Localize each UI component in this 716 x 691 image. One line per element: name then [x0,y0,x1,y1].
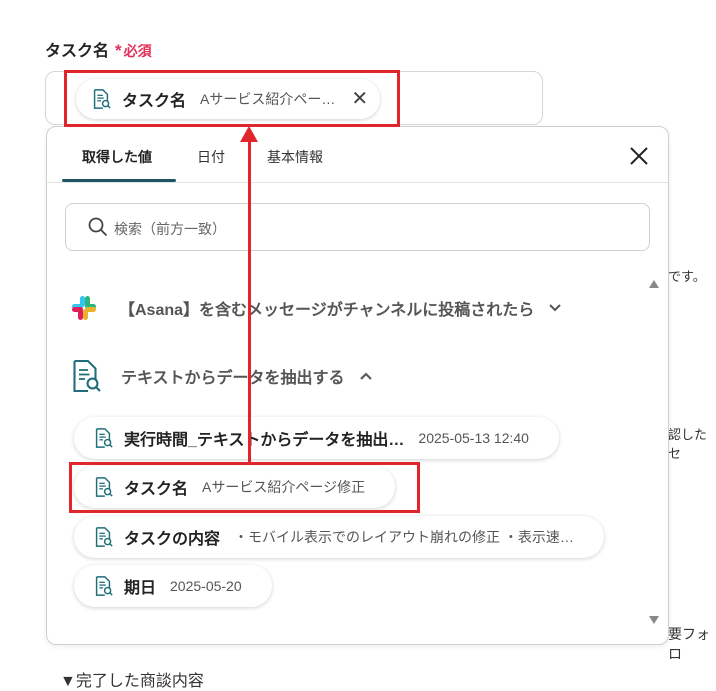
list-item[interactable]: 実行時間_テキストからデータを抽出… 2025-05-13 12:40 [74,417,559,459]
close-icon[interactable] [628,145,650,167]
active-tab-indicator [62,179,176,182]
search-placeholder: 検索（前方一致） [114,221,226,237]
required-text: 必須 [123,43,152,59]
bg-text: 要フォロ [668,626,710,662]
slack-logo-icon [72,296,96,320]
section-slack-trigger[interactable]: 【Asana】を含むメッセージがチャンネルに投稿されたら [69,293,562,323]
highlight-box-target [64,70,400,127]
search-icon [88,217,108,237]
item-value: 2025-05-20 [170,578,242,594]
document-search-icon [95,527,113,547]
chevron-up-icon [359,372,372,380]
scroll-up-icon[interactable] [648,279,660,289]
list-item[interactable]: タスクの内容 ・モバイル表示でのレイアウト崩れの修正 ・表示速… [74,516,604,558]
section-title: 【Asana】を含むメッセージがチャンネルに投稿されたら [119,302,535,319]
document-search-icon [95,576,113,596]
section-title: テキストからデータを抽出する [121,370,345,387]
list-item[interactable]: 期日 2025-05-20 [74,565,272,607]
field-label: タスク名 * 必須 [45,37,152,61]
field-label-text: タスク名 [45,43,110,60]
bg-text: 認したセ [668,427,708,461]
item-name: 実行時間_テキストからデータを抽出… [124,432,405,449]
section-label: ▼完了した商談内容 [60,673,204,690]
annotation-arrow-head [240,126,258,142]
bg-text: です。 [668,269,706,284]
item-name: タスクの内容 [124,531,221,548]
annotation-arrow-line [248,140,251,465]
tab-basic-info[interactable]: 基本情報 [267,147,323,167]
item-name: 期日 [124,580,157,597]
item-value: ・モバイル表示でのレイアウト崩れの修正 ・表示速… [234,529,574,545]
tab-acquired-values[interactable]: 取得した値 [82,147,152,167]
section-extract-data[interactable]: テキストからデータを抽出する [67,357,373,395]
document-search-icon [73,359,101,393]
tab-date[interactable]: 日付 [197,147,225,167]
highlight-box-source [69,462,420,513]
chevron-down-icon [549,304,561,312]
item-value: 2025-05-13 12:40 [418,430,529,446]
tab-bar: 取得した値 日付 基本情報 [47,127,668,183]
document-search-icon [95,428,113,448]
scroll-down-icon[interactable] [648,615,660,625]
search-input[interactable]: 検索（前方一致） [65,203,650,251]
required-star: * [115,41,122,60]
